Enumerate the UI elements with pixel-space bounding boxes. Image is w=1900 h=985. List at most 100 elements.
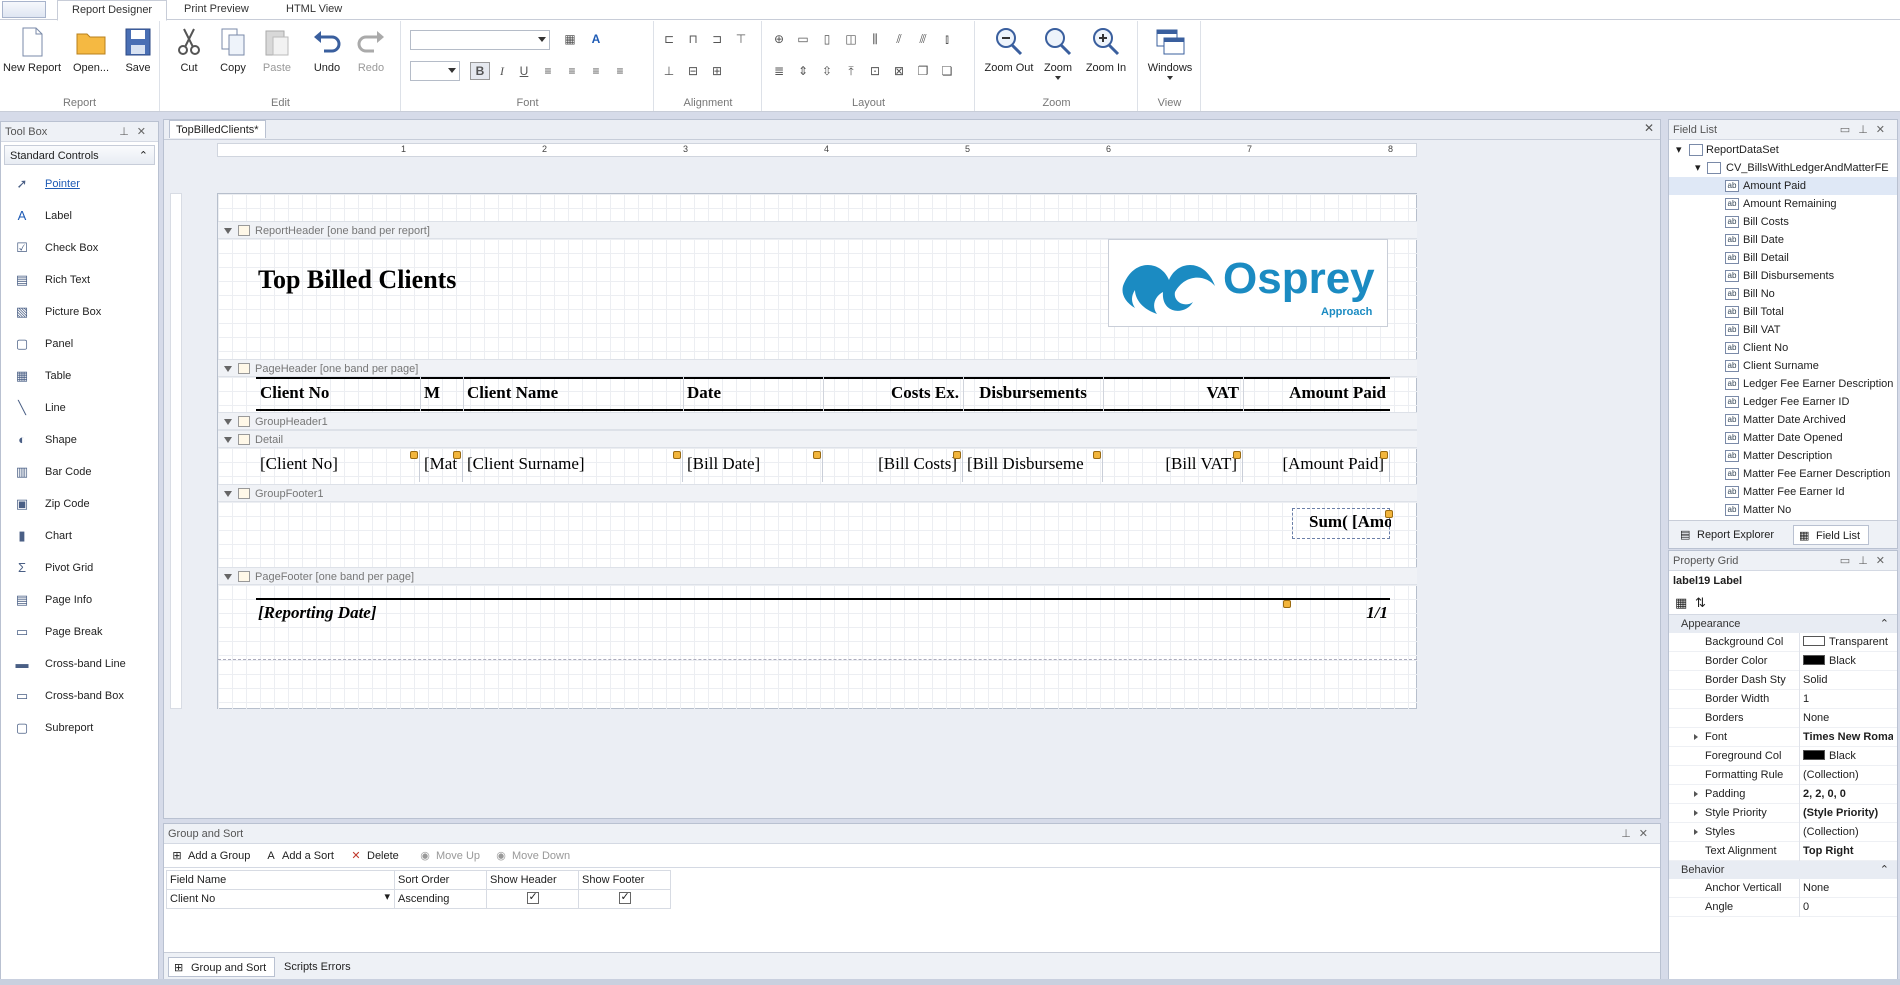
show-header-checkbox[interactable] <box>526 890 539 904</box>
property-value[interactable]: (Collection) <box>1799 823 1893 842</box>
justify-icon[interactable]: ≡ <box>610 62 630 80</box>
property-row[interactable]: Style Priority (Style Priority) <box>1669 804 1897 823</box>
property-value[interactable]: Transparent <box>1799 633 1893 652</box>
reporting-date-field[interactable]: [Reporting Date] <box>258 603 377 623</box>
show-header-cell[interactable] <box>486 889 579 909</box>
smart-tag[interactable] <box>1233 451 1241 459</box>
open-button[interactable]: Open... <box>68 25 114 74</box>
close-document-icon[interactable]: ✕ <box>1644 121 1654 135</box>
same-width-icon[interactable]: ▭ <box>793 30 813 48</box>
windows-button[interactable]: Windows <box>1145 25 1195 80</box>
property-value[interactable]: None <box>1799 879 1893 898</box>
toolbox-item[interactable]: ▦ Table <box>1 360 158 392</box>
property-value[interactable]: 2, 2, 0, 0 <box>1799 785 1893 804</box>
toolbox-item[interactable]: ▤ Rich Text <box>1 264 158 296</box>
vertical-spacing-decrease-icon[interactable]: ⇳ <box>817 62 837 80</box>
zoom-out-button[interactable]: Zoom Out <box>982 25 1036 74</box>
property-value[interactable]: Times New Roma... <box>1799 728 1893 747</box>
vertical-spacing-remove-icon[interactable]: ⤒ <box>841 62 861 80</box>
column-header-label[interactable]: Client No <box>260 383 416 403</box>
field-item[interactable]: ab Matter Date Archived <box>1669 411 1897 429</box>
column-header-label[interactable]: Disbursements <box>967 383 1099 403</box>
band-group-footer[interactable]: GroupFooter1 <box>218 484 1417 502</box>
send-to-back-icon[interactable]: ❏ <box>937 62 957 80</box>
panel-buttons[interactable]: ▭⊥✕ <box>1840 551 1893 571</box>
toolbox-item[interactable]: ▭ Cross-band Box <box>1 680 158 712</box>
field-item[interactable]: ab Bill Detail <box>1669 249 1897 267</box>
property-value[interactable]: Black <box>1799 652 1893 671</box>
show-footer-checkbox[interactable] <box>618 890 631 904</box>
property-row[interactable]: Text Alignment Top Right <box>1669 842 1897 861</box>
expand-icon[interactable] <box>1694 791 1698 797</box>
cut-button[interactable]: Cut <box>171 25 207 74</box>
collapse-icon[interactable] <box>224 366 232 372</box>
detail-field[interactable]: [Bill VAT] <box>1103 450 1243 482</box>
tab-group-and-sort[interactable]: ⊞ Group and Sort <box>168 957 276 977</box>
toolbox-category[interactable]: Standard Controls ⌃ <box>4 145 155 165</box>
tree-root[interactable]: ▾ ReportDataSet <box>1669 141 1897 159</box>
field-item[interactable]: ab Bill Date <box>1669 231 1897 249</box>
toolbox-item[interactable]: ➚ Pointer <box>1 168 158 200</box>
font-name-combo[interactable] <box>410 30 550 50</box>
smart-tag[interactable] <box>953 451 961 459</box>
tab-field-list[interactable]: ▦ Field List <box>1793 525 1870 545</box>
application-menu-button[interactable] <box>2 1 46 18</box>
add-sort-button[interactable]: A Add a Sort <box>264 848 334 864</box>
toolbox-item[interactable]: ◐ Shape <box>1 424 158 456</box>
property-value[interactable]: None <box>1799 709 1893 728</box>
font-color-icon[interactable]: A <box>586 30 606 48</box>
panel-buttons[interactable]: ▭⊥✕ <box>1840 120 1893 140</box>
smart-tag[interactable] <box>813 451 821 459</box>
field-item[interactable]: ab Amount Paid <box>1669 177 1897 195</box>
property-value[interactable]: (Collection) <box>1799 766 1893 785</box>
bold-icon[interactable]: B <box>470 62 490 80</box>
toolbox-item[interactable]: ▤ Page Info <box>1 584 158 616</box>
align-right-icon[interactable]: ≡ <box>586 62 606 80</box>
table-row[interactable]: Client No ▾ Ascending <box>166 889 671 909</box>
chevron-down-icon[interactable]: ▾ <box>384 890 390 903</box>
property-row[interactable]: Formatting Rule (Collection) <box>1669 766 1897 785</box>
smart-tag[interactable] <box>410 451 418 459</box>
field-item[interactable]: ab Bill No <box>1669 285 1897 303</box>
field-item[interactable]: ab Matter No <box>1669 501 1897 518</box>
tab-report-designer[interactable]: Report Designer <box>57 0 168 21</box>
copy-button[interactable]: Copy <box>213 25 253 74</box>
expand-icon[interactable] <box>1694 829 1698 835</box>
toolbox-item[interactable]: ☑ Check Box <box>1 232 158 264</box>
move-up-button[interactable]: ◉ Move Up <box>418 848 480 864</box>
same-size-icon[interactable]: ◫ <box>841 30 861 48</box>
toolbox-item[interactable]: ▮ Chart <box>1 520 158 552</box>
font-size-combo[interactable] <box>410 61 460 81</box>
smart-tag[interactable] <box>1093 451 1101 459</box>
field-item[interactable]: ab Ledger Fee Earner Description <box>1669 375 1897 393</box>
zoom-in-button[interactable]: Zoom In <box>1082 25 1130 74</box>
align-tops-icon[interactable]: ⊤ <box>731 30 751 48</box>
tree-table[interactable]: ▾ CV_BillsWithLedgerAndMatterFE <box>1669 159 1897 177</box>
paste-button[interactable]: Paste <box>257 25 297 74</box>
band-page-header[interactable]: PageHeader [one band per page] <box>218 359 1417 377</box>
expand-icon[interactable] <box>1694 810 1698 816</box>
toolbox-item[interactable]: ▢ Panel <box>1 328 158 360</box>
selected-object[interactable]: label19 Label <box>1669 571 1897 591</box>
align-middles-icon[interactable]: ⊥ <box>659 62 679 80</box>
collapse-icon[interactable] <box>224 491 232 497</box>
delete-button[interactable]: ✕ Delete <box>349 848 398 864</box>
smart-tag[interactable] <box>453 451 461 459</box>
move-down-button[interactable]: ◉ Move Down <box>494 848 570 864</box>
sort-alphabetical-icon[interactable]: ⇅ <box>1695 595 1706 611</box>
property-value[interactable]: Solid <box>1799 671 1893 690</box>
field-item[interactable]: ab Matter Description <box>1669 447 1897 465</box>
align-center-icon[interactable]: ≡ <box>562 62 582 80</box>
redo-button[interactable]: Redo <box>353 25 389 74</box>
align-rights-icon[interactable]: ⊐ <box>707 30 727 48</box>
detail-field[interactable]: [Client Surname] <box>463 450 683 482</box>
center-horizontally-icon[interactable]: ⊡ <box>865 62 885 80</box>
field-item[interactable]: ab Bill Disbursements <box>1669 267 1897 285</box>
highlight-color-icon[interactable]: ▦ <box>560 30 580 48</box>
column-header-label[interactable]: Amount Paid <box>1247 383 1386 403</box>
horizontal-spacing-decrease-icon[interactable]: ⫻ <box>913 30 933 48</box>
align-to-grid-icon[interactable]: ⊞ <box>707 62 727 80</box>
band-page-footer[interactable]: PageFooter [one band per page] <box>218 567 1417 585</box>
band-report-header[interactable]: ReportHeader [one band per report] <box>218 221 1417 239</box>
toolbox-item[interactable]: ╲ Line <box>1 392 158 424</box>
